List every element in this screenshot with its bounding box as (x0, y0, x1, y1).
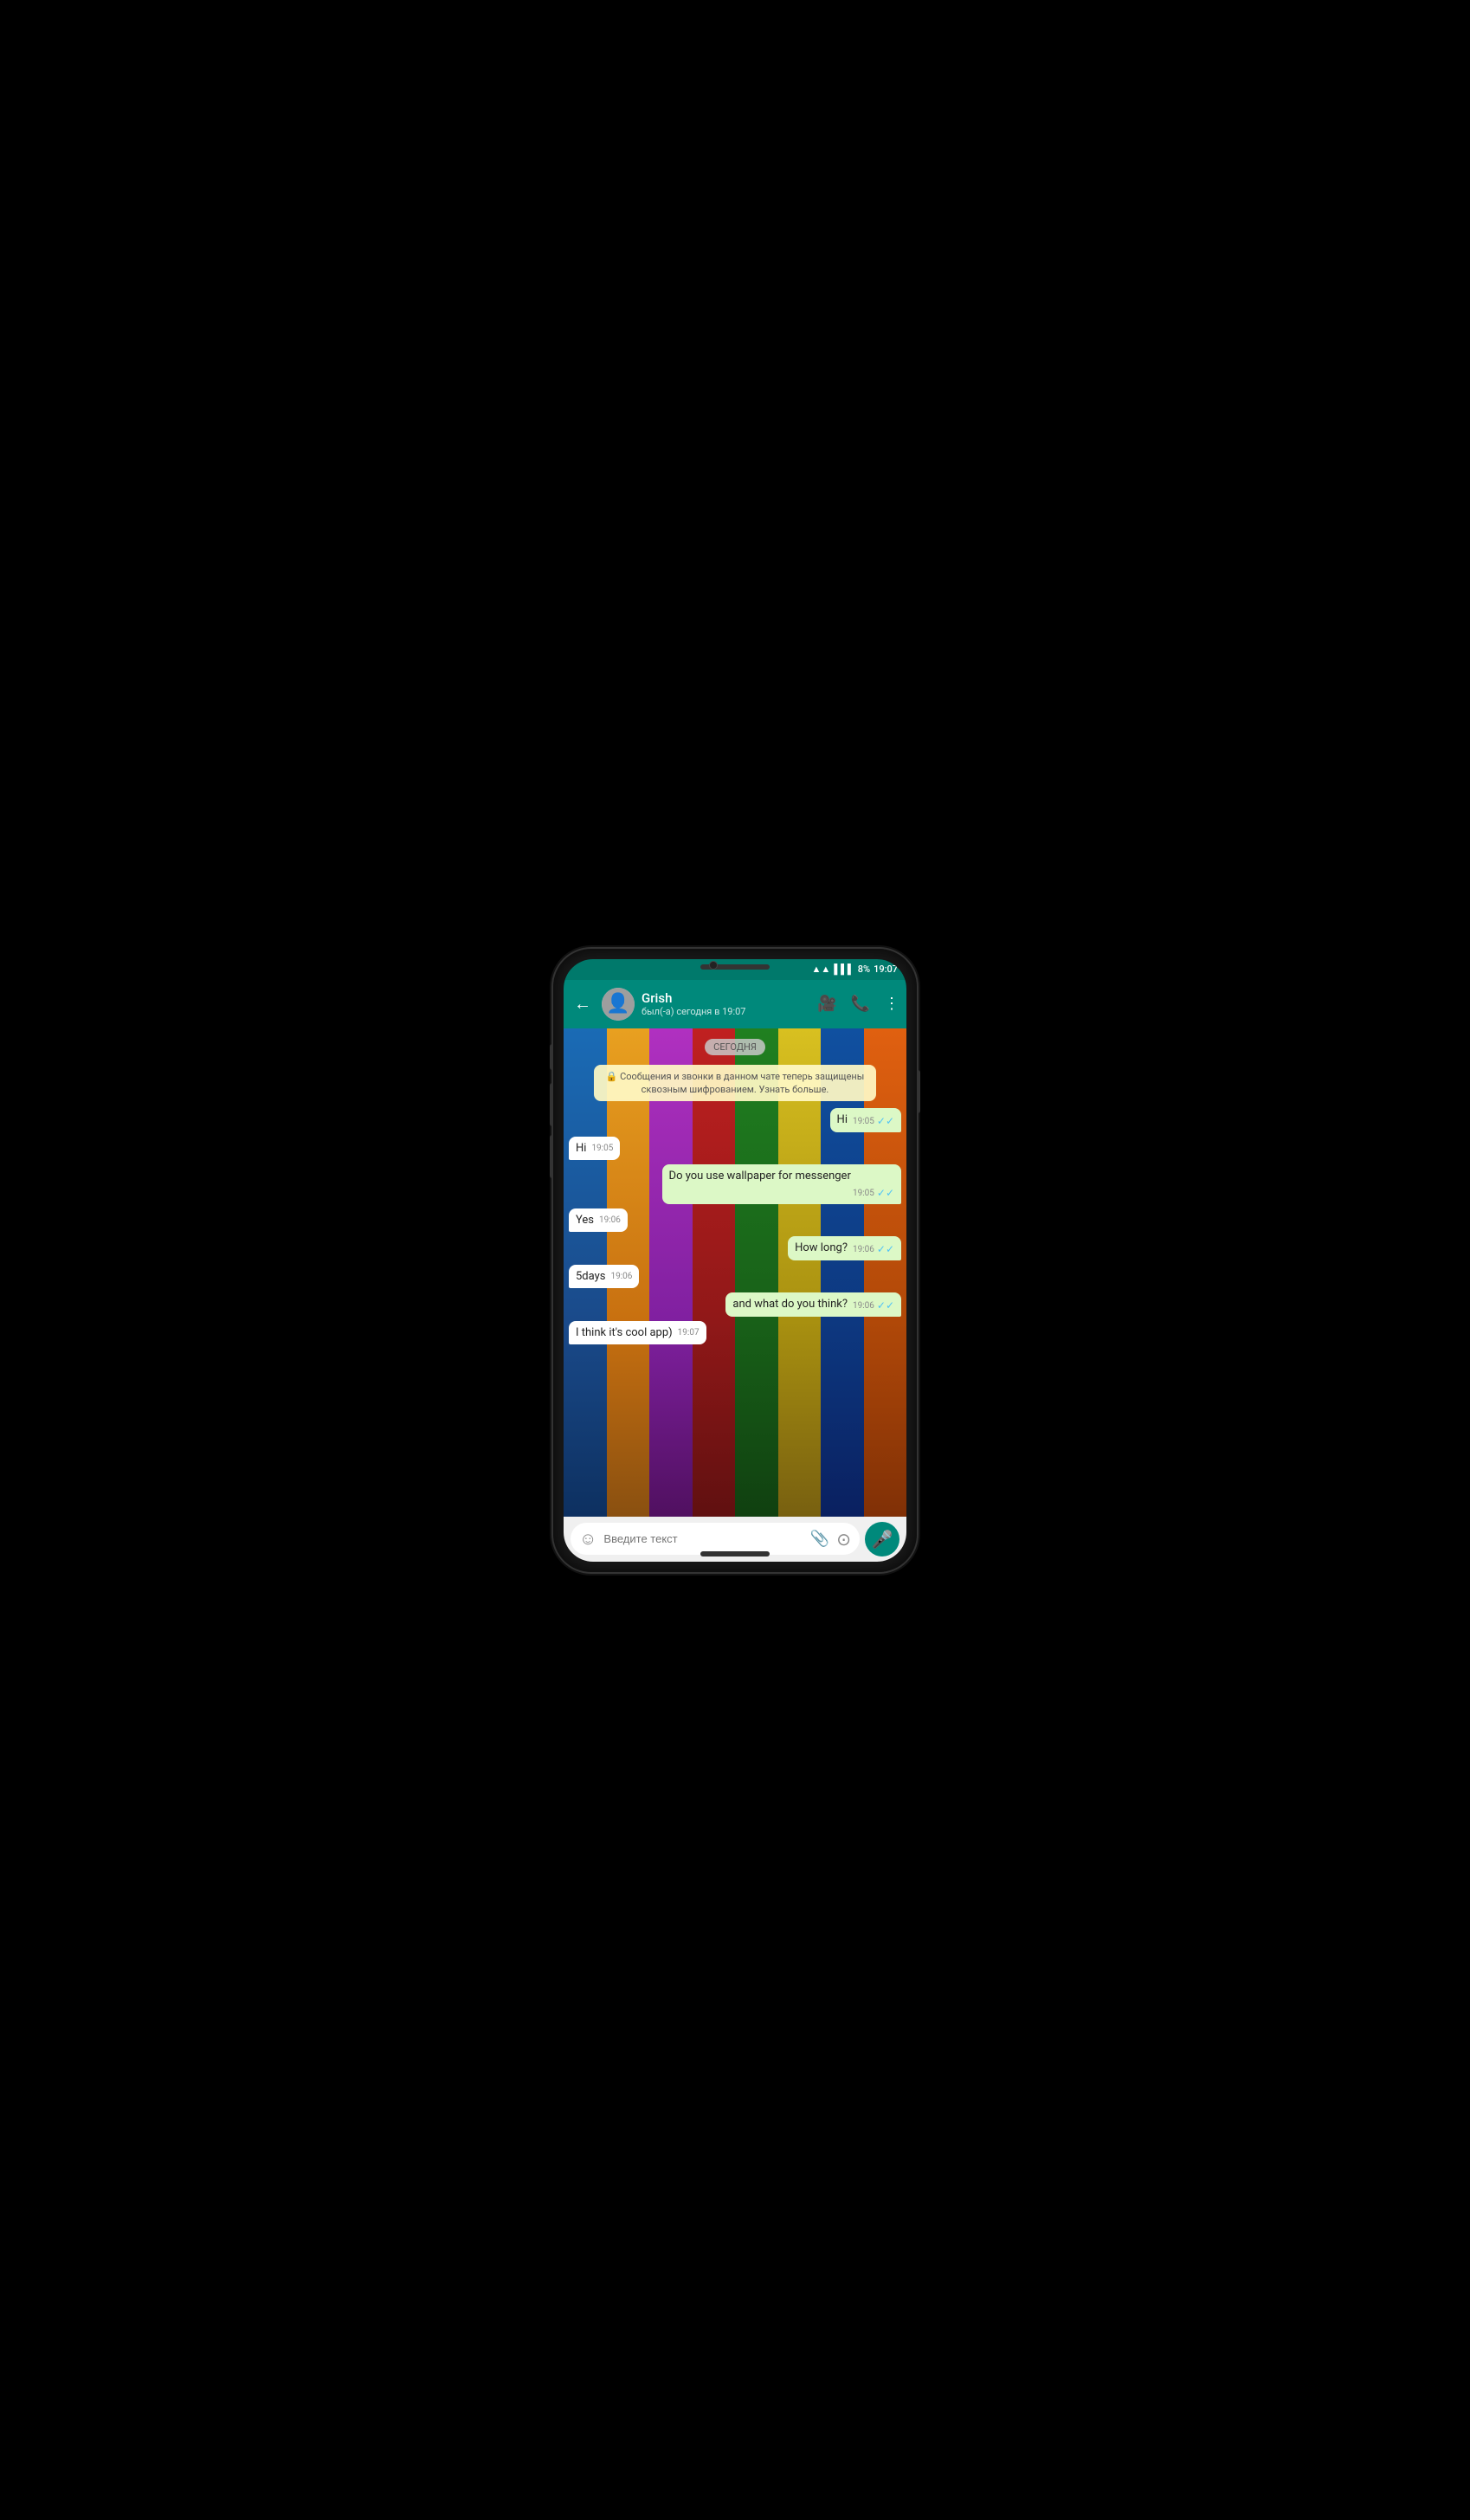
back-button[interactable]: ← (571, 989, 595, 1018)
message-row: Hi 19:05 (569, 1137, 901, 1160)
header-info[interactable]: Grish был(-а) сегодня в 19:07 (642, 990, 810, 1017)
chat-messages: СЕГОДНЯ 🔒 Сообщения и звонки в данном ча… (564, 1028, 906, 1353)
attach-button[interactable]: 📎 (810, 1530, 829, 1548)
time-text: 19:07 (874, 964, 898, 975)
message-row: Hi 19:05 ✓✓ (569, 1108, 901, 1132)
bottom-speaker (700, 1551, 770, 1556)
message-text: and what do you think? (732, 1298, 848, 1311)
more-options-icon[interactable]: ⋮ (884, 995, 899, 1013)
phone-screen: ▲▲ ▌▌▌ 8% 19:07 ← 👤 Grish был(-а) сегодн… (564, 959, 906, 1562)
message-time: 19:06 (853, 1244, 874, 1256)
header-actions: 🎥 📞 ⋮ (817, 995, 899, 1013)
contact-name: Grish (642, 990, 810, 1006)
avatar-inner: 👤 (602, 988, 635, 1021)
bubble-meta: 19:05 ✓✓ (853, 1114, 894, 1129)
message-text: 5days (576, 1270, 605, 1283)
mic-icon: 🎤 (872, 1529, 893, 1550)
message-text: Do you use wallpaper for messenger (669, 1170, 851, 1183)
battery-text: 8% (858, 964, 870, 975)
read-receipt-icon: ✓✓ (877, 1186, 894, 1201)
contact-status: был(-а) сегодня в 19:07 (642, 1006, 810, 1017)
message-row: Yes 19:06 (569, 1208, 901, 1232)
bubble-meta: 19:06 (599, 1215, 621, 1227)
status-icons: ▲▲ ▌▌▌ 8% 19:07 (812, 964, 898, 975)
message-time: 19:05 (591, 1143, 613, 1155)
phone-frame: ▲▲ ▌▌▌ 8% 19:07 ← 👤 Grish был(-а) сегодн… (553, 949, 917, 1572)
chat-area: СЕГОДНЯ 🔒 Сообщения и звонки в данном ча… (564, 1028, 906, 1517)
bubble-meta: 19:06 ✓✓ (853, 1299, 894, 1313)
bubble-received: I think it's cool app) 19:07 (569, 1321, 706, 1344)
bubble-sent: Do you use wallpaper for messenger 19:05… (662, 1164, 901, 1204)
bubble-meta: 19:06 ✓✓ (853, 1242, 894, 1257)
message-time: 19:06 (599, 1215, 621, 1227)
wifi-icon: ▲▲ (812, 964, 831, 975)
power-button (917, 1070, 920, 1113)
avatar-icon: 👤 (606, 993, 629, 1015)
message-time: 19:06 (853, 1300, 874, 1312)
bubble-sent: Hi 19:05 ✓✓ (830, 1108, 901, 1132)
front-camera (709, 961, 718, 970)
message-text: How long? (795, 1241, 848, 1254)
message-row: I think it's cool app) 19:07 (569, 1321, 901, 1344)
message-text: I think it's cool app) (576, 1326, 673, 1339)
message-time: 19:06 (610, 1271, 632, 1283)
phone-call-icon[interactable]: 📞 (851, 995, 870, 1013)
bubble-sent: How long? 19:06 ✓✓ (788, 1236, 901, 1260)
input-wrapper: ☺ 📎 ⊙ (571, 1523, 860, 1555)
mic-button[interactable]: 🎤 (865, 1522, 899, 1556)
message-text: Yes (576, 1214, 594, 1227)
bubble-meta: 19:07 (678, 1327, 700, 1339)
volume-down-button (550, 1083, 553, 1126)
bubble-meta: 19:05 (591, 1143, 613, 1155)
system-message: 🔒 Сообщения и звонки в данном чате тепер… (594, 1065, 876, 1102)
avatar[interactable]: 👤 (602, 988, 635, 1021)
bubble-sent: and what do you think? 19:06 ✓✓ (725, 1292, 901, 1317)
message-time: 19:07 (678, 1327, 700, 1339)
camera-button[interactable]: ⊙ (836, 1529, 851, 1550)
message-row: 5days 19:06 (569, 1265, 901, 1288)
message-row: How long? 19:06 ✓✓ (569, 1236, 901, 1260)
video-call-icon[interactable]: 🎥 (817, 995, 836, 1013)
bubble-received: Hi 19:05 (569, 1137, 620, 1160)
bubble-meta: 19:06 (610, 1271, 632, 1283)
bubble-meta: 19:05 ✓✓ (853, 1186, 894, 1201)
emoji-button[interactable]: ☺ (579, 1528, 596, 1550)
message-row: Do you use wallpaper for messenger 19:05… (569, 1164, 901, 1204)
camera-button (550, 1135, 553, 1178)
volume-up-button (550, 1044, 553, 1070)
message-text: Hi (576, 1142, 586, 1155)
signal-icon: ▌▌▌ (834, 964, 854, 975)
date-badge: СЕГОДНЯ (705, 1039, 765, 1055)
status-bar: ▲▲ ▌▌▌ 8% 19:07 (564, 959, 906, 980)
read-receipt-icon: ✓✓ (877, 1114, 894, 1129)
bubble-received: 5days 19:06 (569, 1265, 639, 1288)
message-time: 19:05 (853, 1188, 874, 1200)
message-input[interactable] (603, 1532, 803, 1545)
message-row: and what do you think? 19:06 ✓✓ (569, 1292, 901, 1317)
read-receipt-icon: ✓✓ (877, 1299, 894, 1313)
message-time: 19:05 (853, 1116, 874, 1128)
read-receipt-icon: ✓✓ (877, 1242, 894, 1257)
bubble-received: Yes 19:06 (569, 1208, 628, 1232)
message-text: Hi (837, 1113, 848, 1126)
chat-header: ← 👤 Grish был(-а) сегодня в 19:07 🎥 📞 ⋮ (564, 980, 906, 1028)
